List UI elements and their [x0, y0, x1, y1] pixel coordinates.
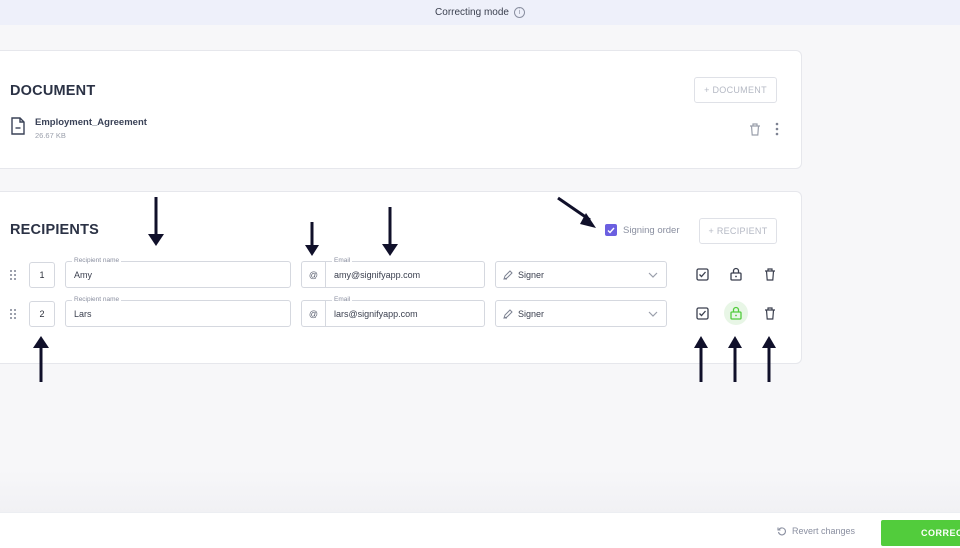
arrow-up-checkbox [694, 336, 708, 382]
correct-button[interactable]: CORRECT [881, 520, 960, 546]
arrow-down-name [148, 197, 164, 246]
arrow-down-email [382, 207, 398, 256]
arrow-up-order [33, 336, 49, 382]
revert-icon [777, 527, 786, 536]
arrow-signing-order [557, 196, 596, 228]
annotation-arrows [33, 196, 776, 382]
arrow-up-delete [762, 336, 776, 382]
footer-fade [0, 470, 960, 512]
arrow-up-lock [728, 336, 742, 382]
footer-bar: Revert changes CORRECT [0, 512, 960, 548]
arrow-down-at [305, 222, 319, 256]
revert-label: Revert changes [792, 526, 856, 536]
revert-changes-button[interactable]: Revert changes [777, 526, 855, 536]
